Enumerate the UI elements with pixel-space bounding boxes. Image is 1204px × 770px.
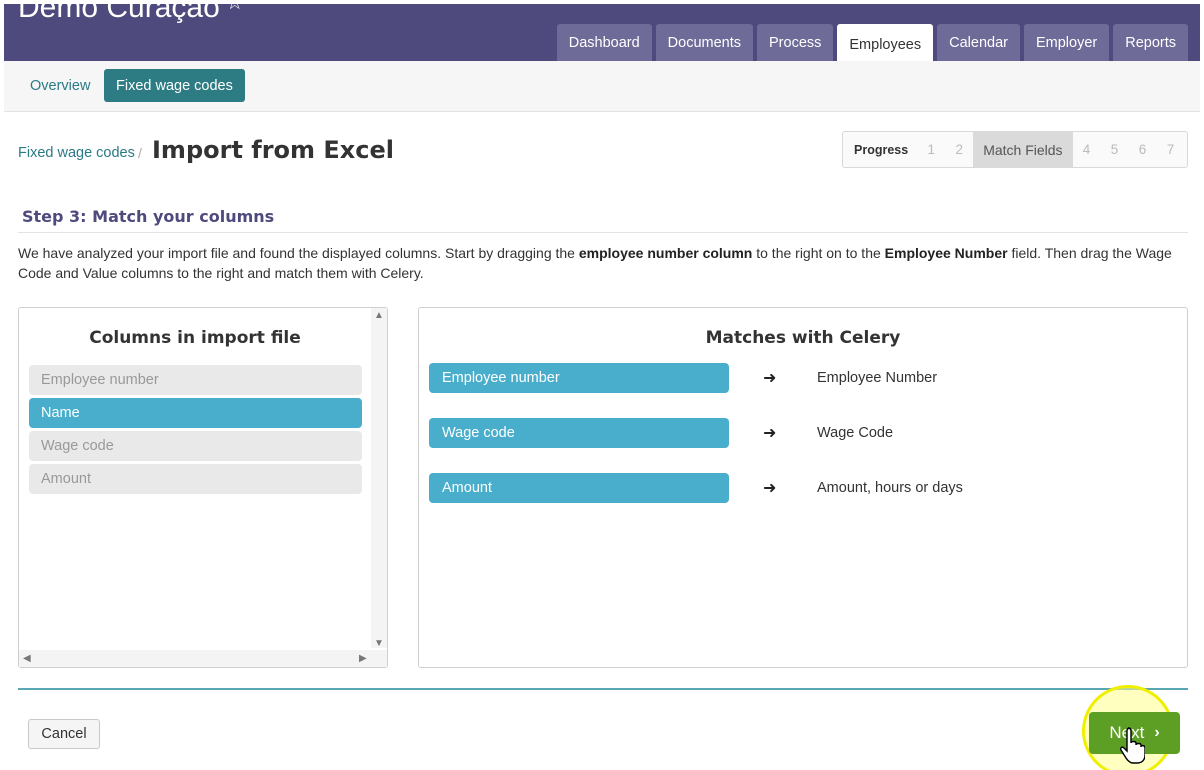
horizontal-scrollbar[interactable]: ◀ ▶ [19, 650, 387, 667]
hand-pointer-icon [1120, 727, 1145, 764]
arrow-right-icon: ➜ [763, 370, 777, 387]
divider [18, 232, 1188, 233]
instructions-emphasis: employee number column [578, 245, 753, 261]
tab-reports[interactable]: Reports [1113, 24, 1188, 61]
page-title: Import from Excel [152, 136, 395, 164]
tab-employer[interactable]: Employer [1023, 24, 1110, 61]
matched-wage-code[interactable]: Wage code [429, 418, 729, 448]
subtab-fixed-wage-codes[interactable]: Fixed wage codes [104, 69, 245, 102]
subtab-overview[interactable]: Overview [18, 69, 102, 102]
scroll-down-icon[interactable]: ▼ [374, 638, 384, 649]
target-amount: Amount, hours or days [817, 480, 963, 496]
column-name[interactable]: Name [29, 398, 362, 428]
footer-divider [18, 688, 1188, 690]
app-frame: Demo Curaçao ☆ Dashboard Documents Proces… [4, 0, 1200, 770]
target-employee-number: Employee Number [817, 370, 938, 386]
progress-indicator: Progress 1 2 Match Fields 4 5 6 7 [842, 131, 1188, 168]
favorite-star-icon[interactable]: ☆ [226, 0, 244, 14]
tab-employees[interactable]: Employees [837, 24, 934, 65]
main-tabs: Dashboard Documents Process Employees Ca… [556, 24, 1188, 65]
column-amount[interactable]: Amount [29, 464, 362, 494]
import-columns-panel: Columns in import file Employee number N… [18, 307, 388, 668]
company-name-label: Demo Curaçao [18, 0, 220, 24]
matches-panel: Matches with Celery Employee number ➜ Em… [418, 307, 1188, 668]
progress-label: Progress [854, 142, 909, 157]
breadcrumb-separator: / [138, 145, 142, 161]
target-wage-code: Wage Code [817, 425, 894, 441]
top-header: Demo Curaçao ☆ Dashboard Documents Proces… [4, 0, 1200, 65]
breadcrumb-fixed-wage-codes[interactable]: Fixed wage codes [18, 145, 135, 161]
company-name[interactable]: Demo Curaçao ☆ [18, 0, 244, 25]
scroll-up-icon[interactable]: ▲ [374, 310, 384, 321]
matched-employee-number[interactable]: Employee number [429, 363, 729, 393]
column-employee-number[interactable]: Employee number [29, 365, 362, 395]
progress-step-1: 1 [927, 142, 935, 157]
tab-documents[interactable]: Documents [655, 24, 753, 61]
progress-step-current: Match Fields [973, 132, 1073, 167]
instructions-text: We have analyzed your import file and fo… [18, 243, 1188, 283]
instructions-emphasis: Employee Number [884, 245, 1008, 261]
instructions-part: to the right on to the [752, 245, 885, 261]
progress-step-4: 4 [1082, 142, 1091, 157]
cancel-button[interactable]: Cancel [28, 719, 100, 749]
import-columns-heading: Columns in import file [89, 328, 301, 348]
sub-navigation: Overview Fixed wage codes [4, 61, 1200, 112]
chevron-right-icon: › [1154, 724, 1160, 741]
step-title: Step 3: Match your columns [22, 207, 275, 226]
instructions-part: We have analyzed your import file and fo… [18, 245, 579, 261]
arrow-right-icon: ➜ [763, 480, 777, 497]
tab-calendar[interactable]: Calendar [937, 24, 1020, 61]
progress-step-7: 7 [1166, 142, 1175, 157]
scroll-left-icon[interactable]: ◀ [23, 653, 31, 664]
progress-step-5: 5 [1110, 142, 1119, 157]
vertical-scrollbar[interactable]: ▲ ▼ [371, 308, 387, 649]
progress-step-2: 2 [955, 142, 963, 157]
column-wage-code[interactable]: Wage code [29, 431, 362, 461]
tab-dashboard[interactable]: Dashboard [556, 24, 652, 61]
progress-step-6: 6 [1138, 142, 1147, 157]
tab-process[interactable]: Process [757, 24, 834, 61]
matched-amount[interactable]: Amount [429, 473, 729, 503]
matches-heading: Matches with Celery [705, 328, 901, 348]
scroll-right-icon[interactable]: ▶ [359, 653, 367, 664]
arrow-right-icon: ➜ [763, 425, 777, 442]
